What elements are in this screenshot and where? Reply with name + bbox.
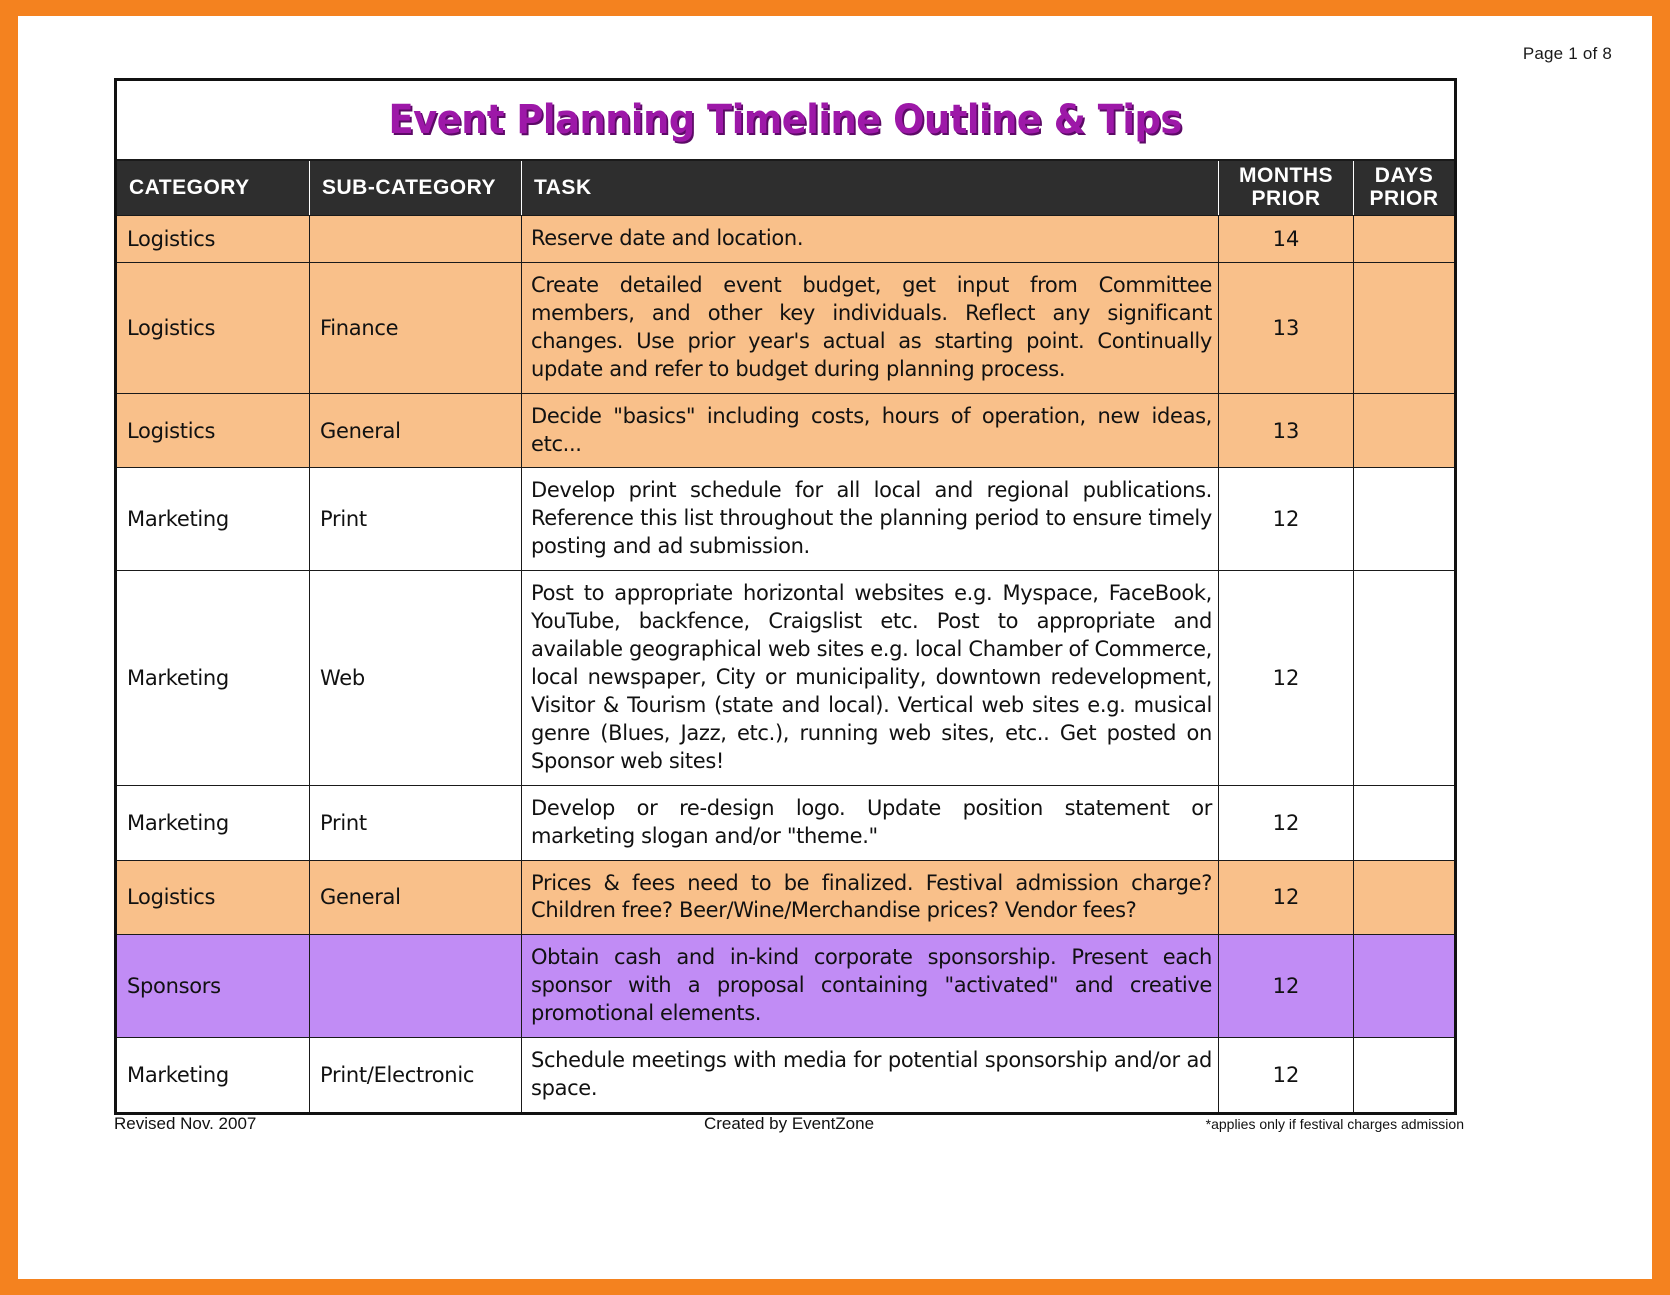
footer-note: *applies only if festival charges admiss…: [1205, 1116, 1464, 1132]
cell-category: Logistics: [115, 261, 310, 394]
cell-category: Logistics: [115, 392, 310, 469]
cell-sub-category: [309, 934, 522, 1039]
page-indicator: Page 1 of 8: [1522, 44, 1612, 63]
page-footer: Revised Nov. 2007 Created by EventZone *…: [114, 1114, 1464, 1134]
cell-sub-category: Print: [309, 784, 522, 861]
months-prior-line2: PRIOR: [1251, 187, 1321, 210]
cell-category: Marketing: [115, 1037, 310, 1114]
table-row: Marketing Print Develop print schedule for…: [115, 467, 1457, 572]
cell-task: Develop print schedule for all local and…: [521, 467, 1219, 572]
cell-sub-category: General: [309, 859, 522, 936]
cell-sub-category: Finance: [309, 261, 522, 394]
cell-category: Marketing: [115, 784, 310, 861]
cell-months-prior: 12: [1218, 859, 1354, 936]
table-row: Logistics General Decide "basics" includin…: [115, 392, 1457, 469]
cell-task: Obtain cash and in-kind corporate sponso…: [521, 934, 1219, 1039]
cell-months-prior: 12: [1218, 784, 1354, 861]
cell-sub-category: Web: [309, 570, 522, 786]
column-header-task: TASK: [521, 159, 1219, 216]
column-header-months-prior: MONTHS PRIOR: [1218, 159, 1354, 216]
cell-category: Logistics: [115, 859, 310, 936]
cell-months-prior: 12: [1218, 934, 1354, 1039]
days-prior-line1: DAYS: [1374, 164, 1434, 188]
table-row: Logistics Finance Create detailed event bu…: [115, 261, 1457, 394]
cell-task: Post to appropriate horizontal websites …: [521, 570, 1219, 786]
column-header-category: CATEGORY: [115, 159, 310, 216]
cell-days-prior: [1352, 1037, 1457, 1114]
cell-months-prior: 13: [1218, 392, 1354, 469]
page-title: Event Planning Timeline Outline & Tips: [388, 97, 1183, 143]
cell-category: Logistics: [115, 215, 310, 263]
cell-task: Prices & fees need to be finalized. Fest…: [521, 859, 1219, 936]
cell-months-prior: 12: [1218, 467, 1354, 572]
column-header-row: CATEGORY SUB-CATEGORY TASK MONTHS PRIOR …: [115, 159, 1457, 216]
page-sheet: Page 1 of 8 Event Planning Timeline Outl…: [18, 16, 1652, 1279]
cell-days-prior: [1352, 934, 1457, 1039]
cell-months-prior: 12: [1218, 1037, 1354, 1114]
cell-task: Decide "basics" including costs, hours o…: [521, 392, 1219, 469]
cell-sub-category: [309, 215, 522, 263]
cell-task: Create detailed event budget, get input …: [521, 261, 1219, 394]
cell-category: Sponsors: [115, 934, 310, 1039]
cell-sub-category: Print: [309, 467, 522, 572]
title-cell: Event Planning Timeline Outline & Tips: [114, 79, 1457, 161]
cell-months-prior: 14: [1218, 215, 1354, 263]
cell-months-prior: 12: [1218, 570, 1354, 786]
table-row: Marketing Print/Electronic Schedule meetin…: [115, 1037, 1457, 1114]
title-row: Event Planning Timeline Outline & Tips: [114, 79, 1457, 161]
cell-days-prior: [1352, 261, 1457, 394]
table-row: Logistics Reserve date and location. 14: [115, 215, 1457, 263]
cell-category: Marketing: [115, 570, 310, 786]
cell-task: Develop or re-design logo. Update positi…: [521, 784, 1219, 861]
cell-sub-category: General: [309, 392, 522, 469]
cell-days-prior: [1352, 392, 1457, 469]
footer-created-by: Created by EventZone: [703, 1114, 875, 1133]
days-prior-line2: PRIOR: [1369, 187, 1439, 210]
footer-revised: Revised Nov. 2007: [114, 1114, 257, 1133]
document-body: Event Planning Timeline Outline & Tips C…: [114, 78, 1458, 1115]
table-row: Logistics General Prices & fees need to be…: [115, 859, 1457, 936]
cell-task: Schedule meetings with media for potenti…: [521, 1037, 1219, 1114]
months-prior-line1: MONTHS: [1239, 164, 1333, 188]
cell-months-prior: 13: [1218, 261, 1354, 394]
column-header-days-prior: DAYS PRIOR: [1352, 159, 1457, 216]
table-row: Sponsors Obtain cash and in-kind corporat…: [115, 934, 1457, 1039]
table-row: Marketing Print Develop or re-design logo.…: [115, 784, 1457, 861]
cell-sub-category: Print/Electronic: [309, 1037, 522, 1114]
cell-category: Marketing: [115, 467, 310, 572]
cell-days-prior: [1352, 784, 1457, 861]
cell-task: Reserve date and location.: [521, 215, 1219, 263]
cell-days-prior: [1352, 570, 1457, 786]
cell-days-prior: [1352, 215, 1457, 263]
table-row: Marketing Web Post to appropriate horizont…: [115, 570, 1457, 786]
cell-days-prior: [1352, 467, 1457, 572]
event-timeline-table: Event Planning Timeline Outline & Tips C…: [114, 78, 1458, 1115]
column-header-sub-category: SUB-CATEGORY: [309, 159, 522, 216]
cell-days-prior: [1352, 859, 1457, 936]
